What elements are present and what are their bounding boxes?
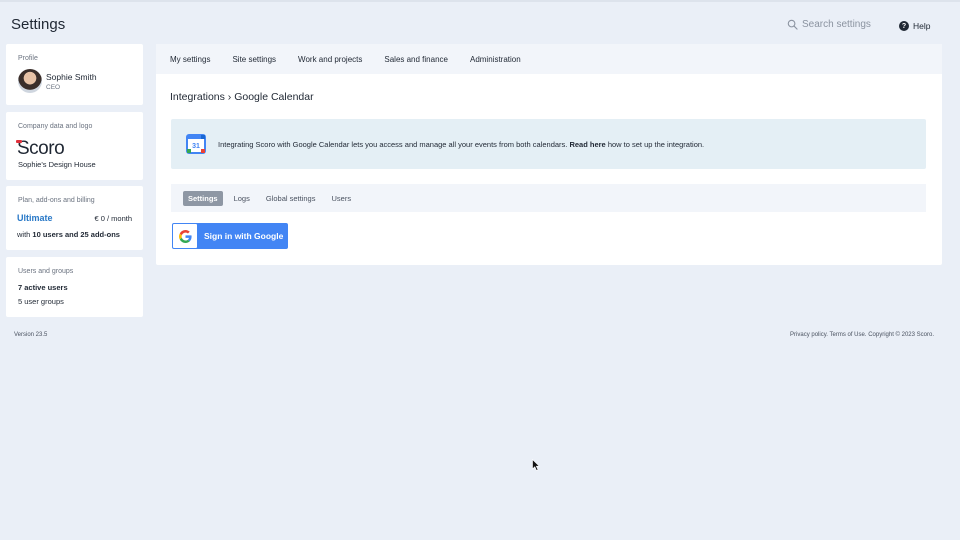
- footer-links: Privacy policy. Terms of Use. Copyright …: [790, 332, 934, 338]
- plan-detail: with 10 users and 25 add-ons: [17, 230, 120, 239]
- profile-card-label: Profile: [18, 55, 38, 62]
- nav-my-settings[interactable]: My settings: [170, 55, 210, 64]
- search-input[interactable]: [802, 19, 892, 30]
- help-label: Help: [913, 21, 931, 31]
- read-here-link[interactable]: Read here: [569, 140, 605, 149]
- copyright-text: Copyright © 2023 Scoro.: [868, 332, 934, 338]
- plan-name: Ultimate: [17, 213, 53, 223]
- profile-name: Sophie Smith: [46, 72, 97, 82]
- breadcrumb: Integrations › Google Calendar: [170, 91, 314, 103]
- top-bar: Settings ? Help: [0, 0, 960, 44]
- nav-administration[interactable]: Administration: [470, 55, 521, 64]
- company-logo: Scoro: [17, 138, 65, 160]
- plan-price: € 0 / month: [94, 214, 132, 223]
- subtab-users[interactable]: Users: [326, 191, 356, 206]
- search-box[interactable]: [787, 19, 892, 30]
- avatar: [18, 69, 42, 93]
- mouse-cursor-icon: [532, 459, 540, 471]
- info-text-start: Integrating Scoro with Google Calendar l…: [218, 139, 570, 149]
- profile-role: CEO: [46, 84, 61, 91]
- plan-card[interactable]: Plan, add-ons and billing Ultimate € 0 /…: [6, 186, 143, 250]
- google-calendar-icon: 31: [186, 134, 206, 154]
- nav-site-settings[interactable]: Site settings: [232, 55, 276, 64]
- subtab-logs[interactable]: Logs: [229, 191, 255, 206]
- user-groups-count: 5 user groups: [18, 297, 64, 306]
- settings-nav: My settings Site settings Work and proje…: [156, 44, 942, 74]
- help-button[interactable]: ? Help: [899, 21, 930, 31]
- company-card[interactable]: Company data and logo Scoro Sophie's Des…: [6, 112, 143, 180]
- info-text-end: how to set up the integration.: [605, 139, 705, 149]
- plan-detail-count: 10 users and 25 add-ons: [32, 230, 120, 239]
- help-icon: ?: [899, 21, 909, 31]
- google-sign-in-label: Sign in with Google: [204, 231, 284, 241]
- nav-sales-and-finance[interactable]: Sales and finance: [384, 55, 448, 64]
- company-card-label: Company data and logo: [18, 123, 93, 130]
- subtab-settings[interactable]: Settings: [183, 190, 223, 206]
- info-banner: 31 Integrating Scoro with Google Calenda…: [171, 119, 926, 169]
- company-logo-text: Scoro: [17, 138, 65, 159]
- plan-detail-prefix: with: [17, 230, 33, 239]
- plan-card-label: Plan, add-ons and billing: [18, 197, 95, 204]
- privacy-policy-link[interactable]: Privacy policy.: [790, 332, 828, 338]
- google-sign-in-button[interactable]: Sign in with Google: [172, 223, 288, 249]
- google-g-icon: [173, 224, 197, 248]
- search-icon: [787, 19, 798, 30]
- integration-tabs: Settings Logs Global settings Users: [171, 184, 926, 212]
- info-text: Integrating Scoro with Google Calendar l…: [218, 140, 704, 149]
- active-users-count: 7 active users: [18, 283, 68, 292]
- calendar-day: 31: [192, 143, 200, 150]
- version-label: Version 23.5: [14, 332, 48, 338]
- profile-card[interactable]: Profile Sophie Smith CEO: [6, 44, 143, 105]
- users-card-label: Users and groups: [18, 268, 74, 275]
- users-card[interactable]: Users and groups 7 active users 5 user g…: [6, 257, 143, 317]
- terms-of-use-link[interactable]: Terms of Use.: [830, 332, 867, 338]
- subtab-global-settings[interactable]: Global settings: [261, 191, 321, 206]
- company-name: Sophie's Design House: [18, 160, 96, 169]
- main-panel: My settings Site settings Work and proje…: [156, 44, 942, 265]
- nav-work-and-projects[interactable]: Work and projects: [298, 55, 362, 64]
- page-title: Settings: [11, 16, 66, 33]
